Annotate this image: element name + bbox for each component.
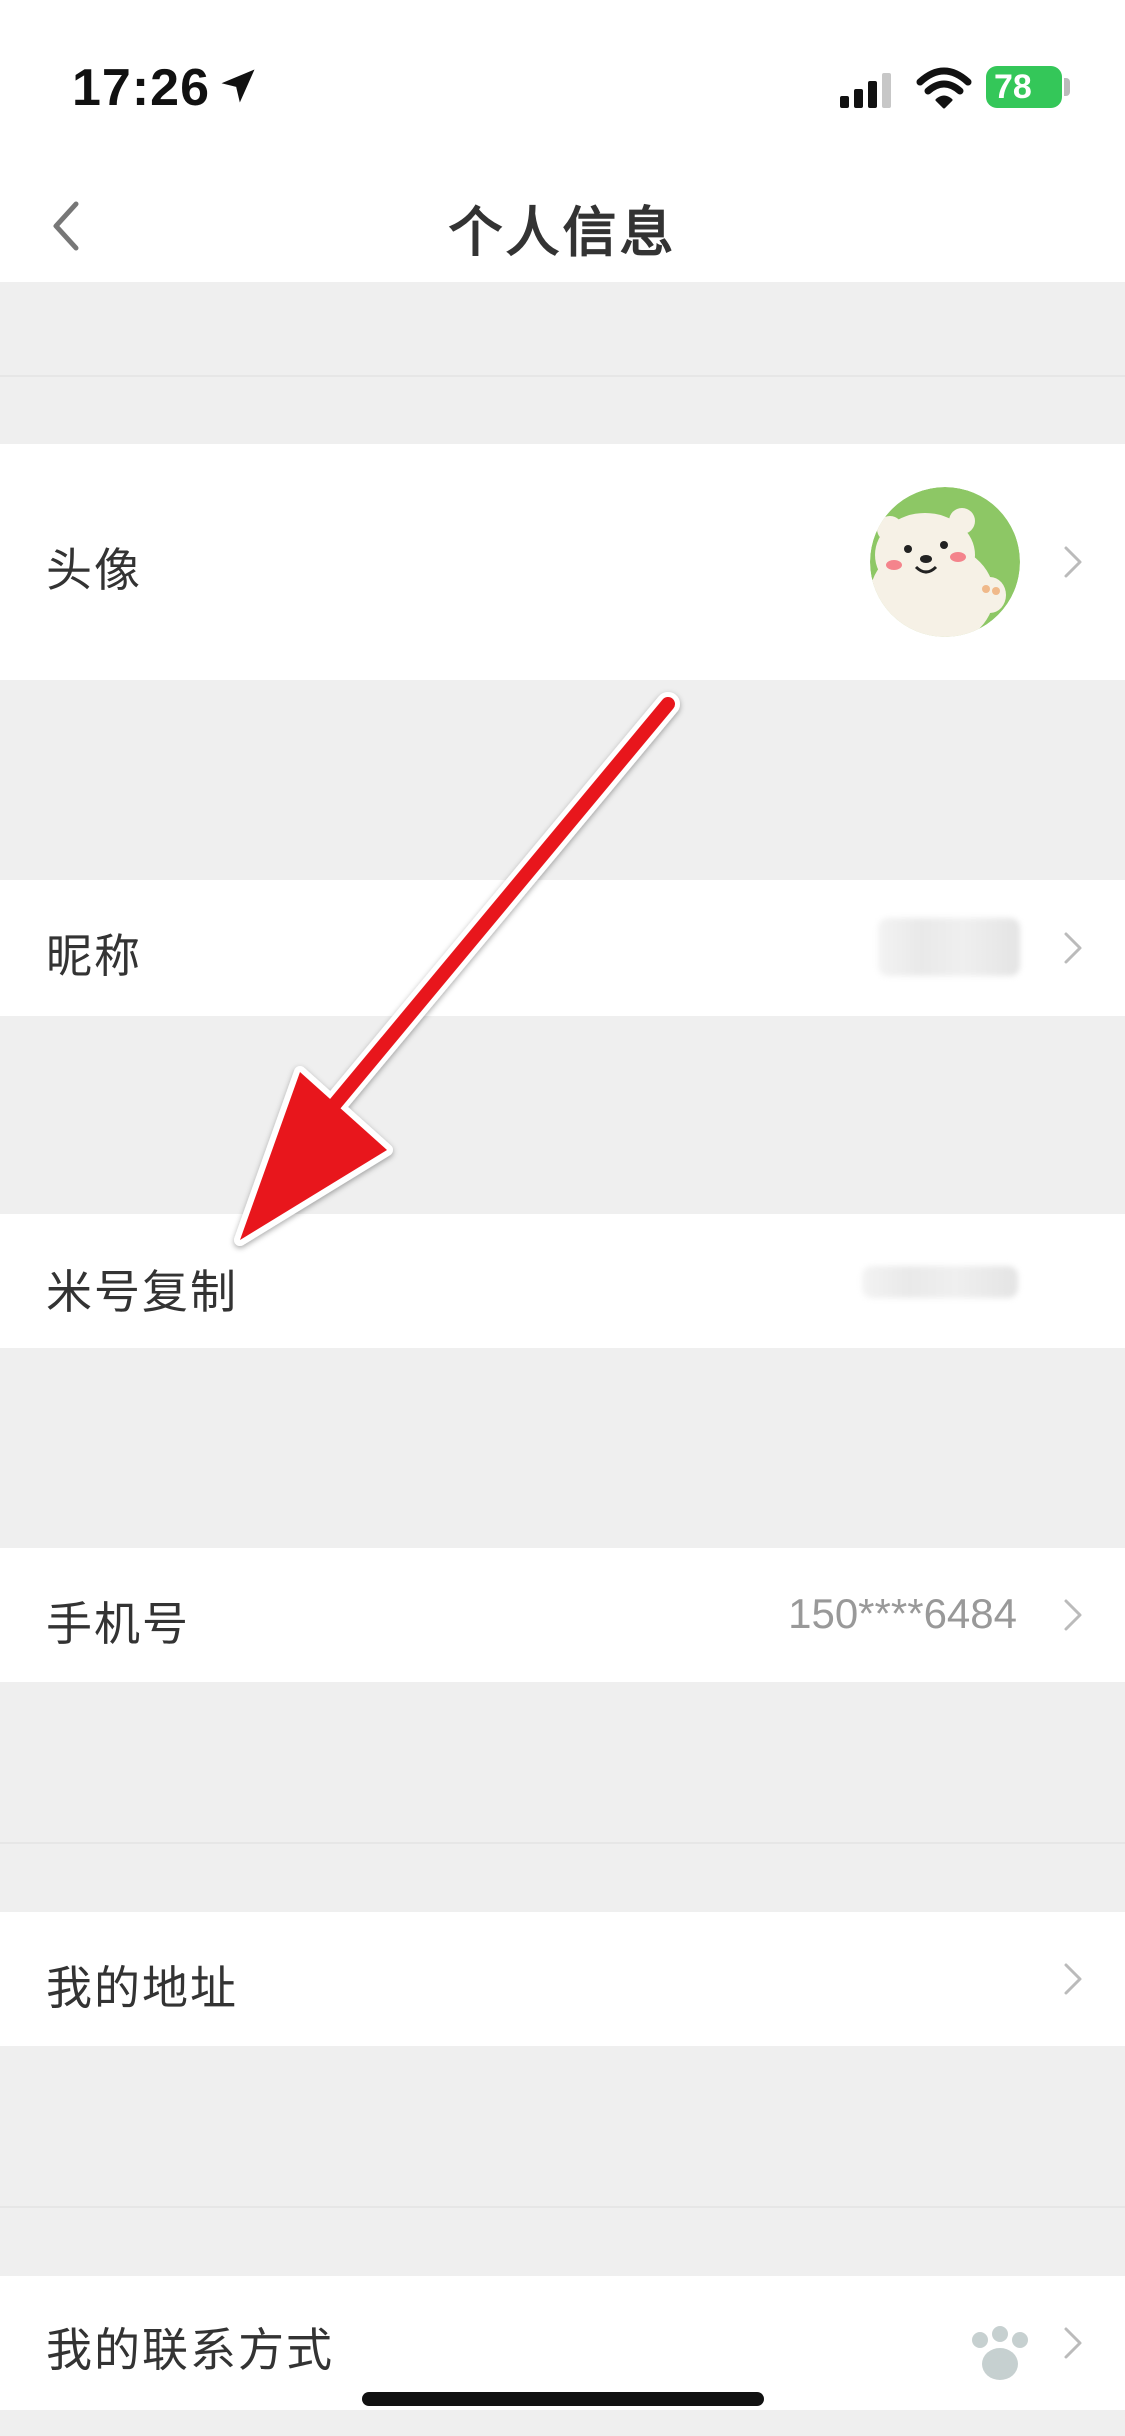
- status-bar: 17:26 78: [0, 0, 1125, 170]
- divider: [0, 1842, 1125, 1844]
- row-mi-id[interactable]: 米号复制: [0, 1214, 1125, 1348]
- page-title: 个人信息: [448, 201, 677, 264]
- wifi-icon: [916, 67, 972, 109]
- row-label: 米号复制: [46, 1265, 238, 1319]
- nav-bar: 个人信息: [0, 170, 1125, 282]
- row-phone[interactable]: 手机号 150****6484: [0, 1548, 1125, 1682]
- phone-value: 150****6484: [788, 1590, 1017, 1637]
- nickname-value-blurred: [878, 918, 1020, 976]
- status-time: 17:26: [72, 59, 210, 117]
- row-address[interactable]: 我的地址: [0, 1912, 1125, 2046]
- divider: [0, 375, 1125, 377]
- battery-nub: [1064, 78, 1070, 96]
- bear-avatar-image: [870, 487, 1020, 637]
- watermark-logo: [972, 2326, 1028, 2380]
- mi-id-value-blurred: [862, 1266, 1018, 1298]
- battery-icon: 78: [986, 66, 1062, 108]
- battery-level: 78: [994, 68, 1032, 106]
- row-avatar[interactable]: 头像: [0, 444, 1125, 680]
- row-label: 手机号: [46, 1597, 190, 1651]
- avatar[interactable]: [870, 487, 1020, 637]
- row-nickname[interactable]: 昵称: [0, 880, 1125, 1016]
- chevron-right-icon: [1064, 932, 1082, 964]
- chevron-right-icon: [1064, 1599, 1082, 1631]
- row-label: 我的地址: [46, 1961, 238, 2015]
- row-label: 我的联系方式: [46, 2323, 334, 2377]
- home-indicator: [362, 2392, 764, 2406]
- row-label: 昵称: [46, 929, 142, 983]
- chevron-right-icon: [1064, 546, 1082, 578]
- row-label: 头像: [46, 543, 142, 597]
- divider: [0, 2206, 1125, 2208]
- chevron-right-icon: [1064, 1963, 1082, 1995]
- signal-icon: [840, 73, 891, 108]
- location-arrow-icon: [221, 69, 255, 103]
